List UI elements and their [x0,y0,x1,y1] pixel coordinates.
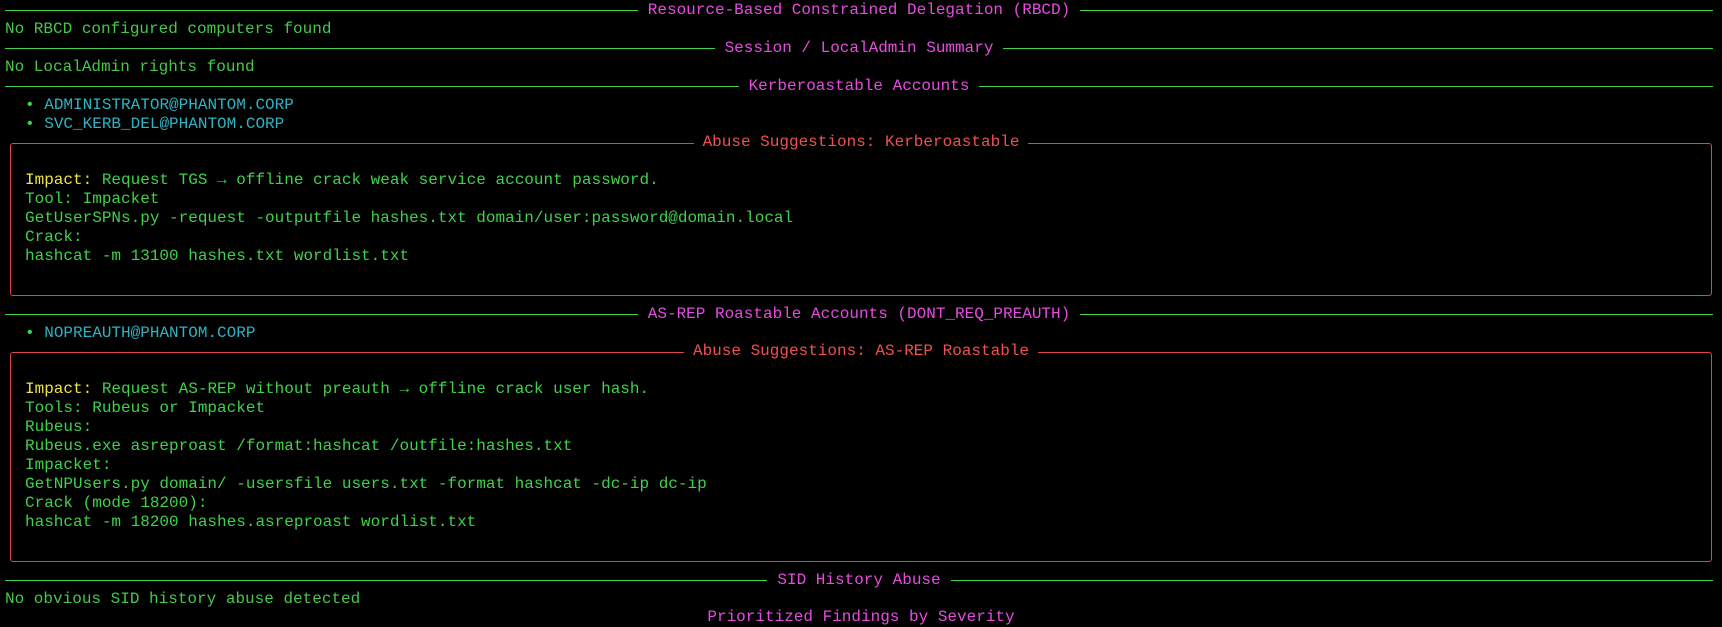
impact-label: Impact: [25,171,93,189]
abuse-panel-kerberoastable: Abuse Suggestions: Kerberoastable Impact… [10,133,1712,296]
bullet-icon: • [25,96,35,114]
rule-line [5,314,638,315]
section-header-prioritized: Prioritized Findings by Severity [0,608,1722,627]
panel-line: GetNPUsers.py domain/ -usersfile users.t… [25,475,707,493]
rule-line [1003,48,1713,49]
list-item: • SVC_KERB_DEL@PHANTOM.CORP [25,115,1717,134]
section-title: SID History Abuse [777,571,941,589]
impact-text: Request TGS → offline crack weak service… [92,171,659,189]
impact-label: Impact: [25,380,93,398]
panel-line: hashcat -m 13100 hashes.txt wordlist.txt [25,247,410,265]
section-title: Kerberoastable Accounts [748,77,970,95]
impact-line: Impact: Request TGS → offline crack weak… [25,171,659,190]
panel-line: Tool: Impacket [25,190,160,208]
section-header-sid-history: SID History Abuse [5,571,1714,590]
panel-title-wrap: Abuse Suggestions: AS-REP Roastable [11,342,1711,361]
section-title: Prioritized Findings by Severity [707,608,1015,626]
bullet-icon: • [25,115,35,133]
rule-line [1080,314,1713,315]
panel-title-wrap: Abuse Suggestions: Kerberoastable [11,133,1711,152]
sid-history-message: No obvious SID history abuse detected [5,590,361,608]
panel-line: Crack: [25,228,83,246]
account-name: ADMINISTRATOR@PHANTOM.CORP [44,96,294,114]
abuse-panel-asrep: Abuse Suggestions: AS-REP Roastable Impa… [10,342,1712,562]
panel-line: Impacket: [25,456,112,474]
panel-line: hashcat -m 18200 hashes.asreproast wordl… [25,513,477,531]
panel-line: Rubeus.exe asreproast /format:hashcat /o… [25,437,573,455]
impact-text: Request AS-REP without preauth → offline… [92,380,650,398]
section-title: AS-REP Roastable Accounts (DONT_REQ_PREA… [647,305,1071,323]
rule-line [1080,10,1713,11]
account-name: NOPREAUTH@PHANTOM.CORP [44,324,256,342]
section-header-session: Session / LocalAdmin Summary [5,39,1713,58]
bullet-icon: • [25,324,35,342]
panel-line: Rubeus: [25,418,93,436]
panel-line: Crack (mode 18200): [25,494,208,512]
account-name: SVC_KERB_DEL@PHANTOM.CORP [44,115,285,133]
rule-line [5,86,739,87]
rule-line [5,10,638,11]
section-header-asrep: AS-REP Roastable Accounts (DONT_REQ_PREA… [5,305,1713,324]
section-header-kerberoastable: Kerberoastable Accounts [5,77,1713,96]
rule-line [5,48,715,49]
impact-line: Impact: Request AS-REP without preauth →… [25,380,649,399]
session-message: No LocalAdmin rights found [5,58,255,76]
list-item: • NOPREAUTH@PHANTOM.CORP [25,324,1717,343]
rule-line [950,580,1714,581]
section-title: Session / LocalAdmin Summary [724,39,994,57]
section-header-rbcd: Resource-Based Constrained Delegation (R… [5,1,1713,20]
panel-line: GetUserSPNs.py -request -outputfile hash… [25,209,794,227]
list-item: • ADMINISTRATOR@PHANTOM.CORP [25,96,1717,115]
rule-line [979,86,1713,87]
rbcd-message: No RBCD configured computers found [5,20,332,38]
rule-line [5,580,768,581]
panel-line: Tools: Rubeus or Impacket [25,399,266,417]
panel-title: Abuse Suggestions: AS-REP Roastable [683,342,1039,360]
section-title: Resource-Based Constrained Delegation (R… [647,1,1071,19]
panel-title: Abuse Suggestions: Kerberoastable [693,133,1029,151]
